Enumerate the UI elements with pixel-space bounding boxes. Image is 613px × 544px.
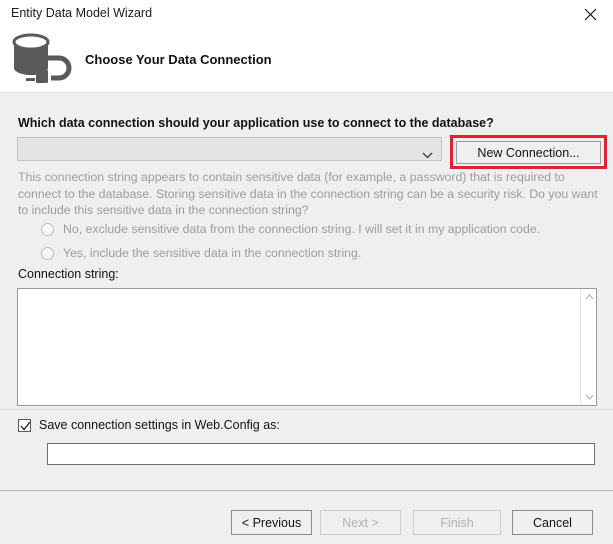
next-button: Next > — [320, 510, 401, 535]
radio-button-icon — [41, 222, 54, 236]
webconfig-name-input[interactable] — [47, 443, 595, 465]
connection-string-textarea[interactable] — [17, 288, 597, 406]
close-icon — [584, 8, 597, 20]
previous-button[interactable]: < Previous — [231, 510, 312, 535]
save-connection-settings-label: Save connection settings in Web.Config a… — [39, 418, 280, 432]
section-divider — [0, 409, 613, 410]
checkmark-icon — [20, 421, 31, 431]
checkbox-box — [18, 418, 31, 432]
radio-include-sensitive-data[interactable]: Yes, include the sensitive data in the c… — [41, 246, 361, 260]
wizard-footer: < Previous Next > Finish Cancel — [0, 490, 613, 544]
wizard-header: Choose Your Data Connection — [0, 28, 613, 92]
chevron-down-icon[interactable] — [581, 389, 597, 405]
radio-exclude-sensitive-data-label: No, exclude sensitive data from the conn… — [63, 222, 541, 236]
close-button[interactable] — [568, 0, 613, 28]
finish-button: Finish — [413, 510, 501, 535]
chevron-down-icon — [422, 146, 433, 164]
new-connection-button[interactable]: New Connection... — [456, 141, 601, 164]
chevron-up-icon[interactable] — [581, 289, 597, 305]
connection-question-label: Which data connection should your applic… — [18, 116, 494, 130]
save-connection-settings-checkbox[interactable]: Save connection settings in Web.Config a… — [18, 418, 280, 432]
page-title: Choose Your Data Connection — [85, 52, 272, 67]
data-connection-combobox[interactable] — [17, 137, 442, 161]
connection-string-scrollbar[interactable] — [580, 289, 596, 405]
sensitive-data-note: This connection string appears to contai… — [18, 170, 598, 217]
database-connection-icon — [10, 32, 76, 88]
title-bar: Entity Data Model Wizard — [0, 0, 613, 28]
connection-string-label: Connection string: — [18, 267, 119, 281]
window-title: Entity Data Model Wizard — [11, 6, 153, 20]
cancel-button[interactable]: Cancel — [512, 510, 593, 535]
radio-exclude-sensitive-data[interactable]: No, exclude sensitive data from the conn… — [41, 222, 540, 236]
radio-button-icon — [41, 246, 54, 260]
entity-data-model-wizard-dialog: Entity Data Model Wizard Choose Your Dat… — [0, 0, 613, 544]
radio-include-sensitive-data-label: Yes, include the sensitive data in the c… — [63, 246, 362, 260]
